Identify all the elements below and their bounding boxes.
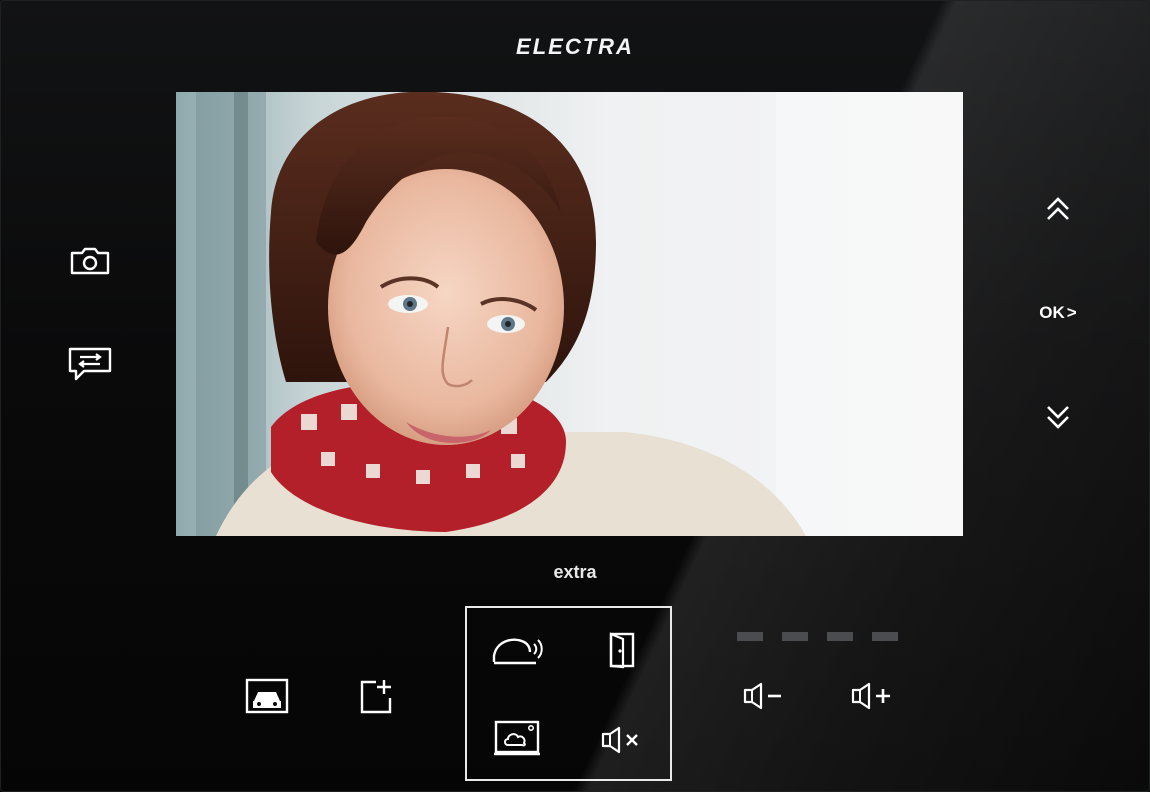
video-screen [176, 92, 963, 536]
up-icon[interactable] [1036, 192, 1080, 226]
unlock-gate-icon[interactable] [488, 628, 548, 670]
ok-label: OK [1039, 303, 1065, 322]
message-icon[interactable] [62, 342, 118, 388]
door-icon[interactable] [598, 628, 646, 672]
monitor-icon[interactable] [490, 718, 544, 760]
video-feed [176, 92, 963, 536]
volume-up-icon[interactable] [846, 678, 898, 714]
brand-logo: ELECTRA [516, 34, 634, 59]
model-label: extra [553, 562, 597, 582]
mute-icon[interactable] [596, 722, 648, 758]
ok-button[interactable]: OK > [1030, 298, 1086, 328]
down-icon[interactable] [1036, 400, 1080, 434]
camera-icon[interactable] [62, 240, 118, 282]
volume-led-3 [827, 632, 853, 641]
volume-led-4 [872, 632, 898, 641]
volume-led-1 [737, 632, 763, 641]
intercom-panel: ELECTRA OK > extra [0, 0, 1150, 792]
volume-down-icon[interactable] [738, 678, 790, 714]
volume-led-2 [782, 632, 808, 641]
add-icon[interactable] [352, 674, 400, 718]
garage-icon[interactable] [240, 674, 294, 718]
ok-arrow: > [1066, 303, 1077, 322]
